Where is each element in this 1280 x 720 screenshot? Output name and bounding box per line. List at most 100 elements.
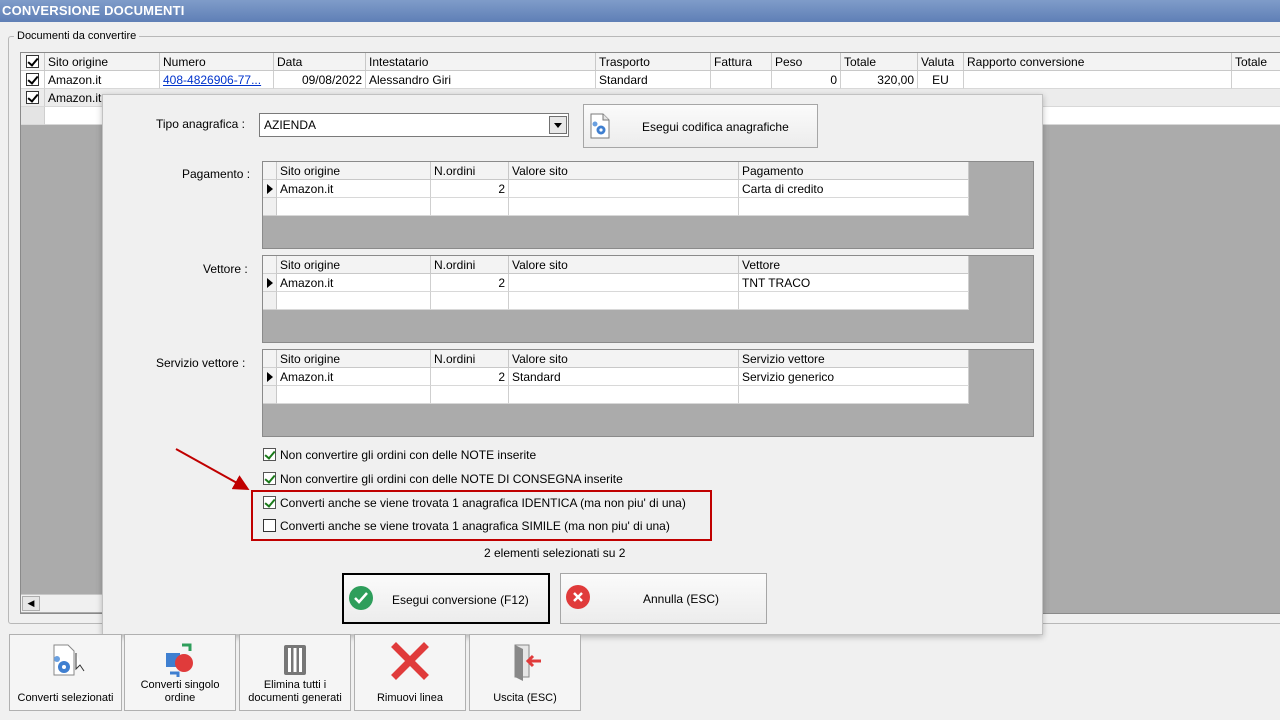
col-n-ordini[interactable]: N.ordini	[431, 162, 509, 180]
pagamento-label: Pagamento :	[182, 167, 251, 181]
select-all-checkbox[interactable]	[26, 55, 39, 68]
annulla-button[interactable]: Annulla (ESC)	[560, 573, 767, 624]
col-sito-origine[interactable]: Sito origine	[45, 53, 160, 71]
new-row-cell[interactable]	[509, 292, 739, 310]
scroll-left-arrow-icon[interactable]: ◀	[22, 596, 40, 611]
rimuovi-linea-label: Rimuovi linea	[376, 692, 444, 704]
new-row-cell[interactable]	[431, 198, 509, 216]
table-row-select-cell[interactable]	[21, 71, 45, 89]
new-row-cell[interactable]	[509, 386, 739, 404]
col-fattura[interactable]: Fattura	[711, 53, 772, 71]
col-rapporto-conversione[interactable]: Rapporto conversione	[964, 53, 1232, 71]
new-row-cell[interactable]	[739, 292, 969, 310]
esegui-conversione-label: Esegui conversione (F12)	[392, 593, 529, 607]
cell-numero-link[interactable]: 408-4826906-77...	[160, 71, 274, 89]
document-gear-icon	[590, 113, 610, 139]
uscita-button[interactable]: Uscita (ESC)	[469, 634, 581, 711]
col-pagamento[interactable]: Pagamento	[739, 162, 969, 180]
cell-sito[interactable]: Amazon.it	[45, 71, 160, 89]
cell-intestatario[interactable]: Alessandro Giri	[366, 71, 596, 89]
exit-door-icon	[514, 644, 541, 681]
table-row-select-cell[interactable]	[21, 89, 45, 107]
cell-sito[interactable]: Amazon.it	[277, 180, 431, 198]
tipo-anagrafica-label: Tipo anagrafica :	[156, 117, 245, 131]
cell-sito[interactable]: Amazon.it	[277, 368, 431, 386]
row-pointer-icon	[263, 180, 277, 198]
cell-valore-sito[interactable]: Standard	[509, 368, 739, 386]
cell-n-ordini[interactable]: 2	[431, 180, 509, 198]
cell-data[interactable]: 09/08/2022	[274, 71, 366, 89]
elimina-documenti-button[interactable]: Elimina tutti i documenti generati	[239, 634, 351, 711]
col-valore-sito[interactable]: Valore sito	[509, 350, 739, 368]
servizio-vettore-label: Servizio vettore :	[156, 356, 246, 370]
cell-vettore[interactable]: TNT TRACO	[739, 274, 969, 292]
new-row-indicator[interactable]	[21, 107, 45, 125]
cell-n-ordini[interactable]: 2	[431, 274, 509, 292]
annotation-arrow-icon	[175, 448, 250, 490]
new-row-cell[interactable]	[431, 386, 509, 404]
col-peso[interactable]: Peso	[772, 53, 841, 71]
new-row-cell[interactable]	[277, 386, 431, 404]
col-valore-sito[interactable]: Valore sito	[509, 162, 739, 180]
col-servizio-vettore[interactable]: Servizio vettore	[739, 350, 969, 368]
col-numero[interactable]: Numero	[160, 53, 274, 71]
esegui-conversione-button[interactable]: Esegui conversione (F12)	[342, 573, 550, 624]
cell-servizio-vettore[interactable]: Servizio generico	[739, 368, 969, 386]
pagamento-grid[interactable]: Sito origine N.ordini Valore sito Pagame…	[262, 161, 1034, 249]
cell-totale[interactable]: 320,00	[841, 71, 918, 89]
chevron-down-icon[interactable]	[549, 116, 567, 134]
option-no-note-consegna-label[interactable]: Non convertire gli ordini con delle NOTE…	[280, 472, 623, 486]
new-row-cell[interactable]	[509, 198, 739, 216]
col-totale[interactable]: Totale	[841, 53, 918, 71]
col-valuta[interactable]: Valuta	[918, 53, 964, 71]
esegui-codifica-button[interactable]: Esegui codifica anagrafiche	[583, 104, 818, 148]
option-no-note-label[interactable]: Non convertire gli ordini con delle NOTE…	[280, 448, 536, 462]
new-row-cell[interactable]	[431, 292, 509, 310]
cell-peso[interactable]: 0	[772, 71, 841, 89]
header-select-cell[interactable]	[21, 53, 45, 71]
col-data[interactable]: Data	[274, 53, 366, 71]
converti-selezionati-button[interactable]: Converti selezionati	[9, 634, 122, 711]
cell-valore-sito[interactable]	[509, 180, 739, 198]
col-totale-2[interactable]: Totale	[1232, 53, 1280, 71]
col-intestatario[interactable]: Intestatario	[366, 53, 596, 71]
cell-valore-sito[interactable]	[509, 274, 739, 292]
close-icon	[566, 585, 590, 609]
cell-rapporto[interactable]	[964, 71, 1232, 89]
vettore-label: Vettore :	[203, 262, 248, 276]
col-sito-origine[interactable]: Sito origine	[277, 350, 431, 368]
col-sito-origine[interactable]: Sito origine	[277, 256, 431, 274]
window-title: CONVERSIONE DOCUMENTI	[0, 0, 1280, 22]
esegui-codifica-label: Esegui codifica anagrafiche	[642, 120, 789, 134]
converti-singolo-ordine-button[interactable]: Converti singolo ordine	[124, 634, 236, 711]
new-row-cell[interactable]	[739, 386, 969, 404]
servizio-vettore-grid[interactable]: Sito origine N.ordini Valore sito Serviz…	[262, 349, 1034, 437]
option-no-note-consegna-checkbox[interactable]	[263, 472, 276, 485]
option-no-note-checkbox[interactable]	[263, 448, 276, 461]
cell-fattura[interactable]	[711, 71, 772, 89]
col-trasporto[interactable]: Trasporto	[596, 53, 711, 71]
converti-selezionati-label: Converti selezionati	[17, 692, 114, 704]
row-checkbox[interactable]	[26, 73, 39, 86]
close-icon	[391, 642, 429, 680]
vettore-grid[interactable]: Sito origine N.ordini Valore sito Vettor…	[262, 255, 1034, 343]
cell-totale-2[interactable]	[1232, 71, 1280, 89]
annulla-label: Annulla (ESC)	[643, 592, 720, 606]
cell-trasporto[interactable]: Standard	[596, 71, 711, 89]
new-row-cell[interactable]	[739, 198, 969, 216]
cell-valuta[interactable]: EU	[918, 71, 964, 89]
cell-pagamento[interactable]: Carta di credito	[739, 180, 969, 198]
col-n-ordini[interactable]: N.ordini	[431, 350, 509, 368]
new-row-cell[interactable]	[277, 198, 431, 216]
col-sito-origine[interactable]: Sito origine	[277, 162, 431, 180]
new-row-indicator	[263, 292, 277, 310]
new-row-cell[interactable]	[277, 292, 431, 310]
rimuovi-linea-button[interactable]: Rimuovi linea	[354, 634, 466, 711]
tipo-anagrafica-select[interactable]: AZIENDA	[259, 113, 569, 137]
col-valore-sito[interactable]: Valore sito	[509, 256, 739, 274]
col-vettore[interactable]: Vettore	[739, 256, 969, 274]
col-n-ordini[interactable]: N.ordini	[431, 256, 509, 274]
cell-sito[interactable]: Amazon.it	[277, 274, 431, 292]
cell-n-ordini[interactable]: 2	[431, 368, 509, 386]
row-checkbox[interactable]	[26, 91, 39, 104]
